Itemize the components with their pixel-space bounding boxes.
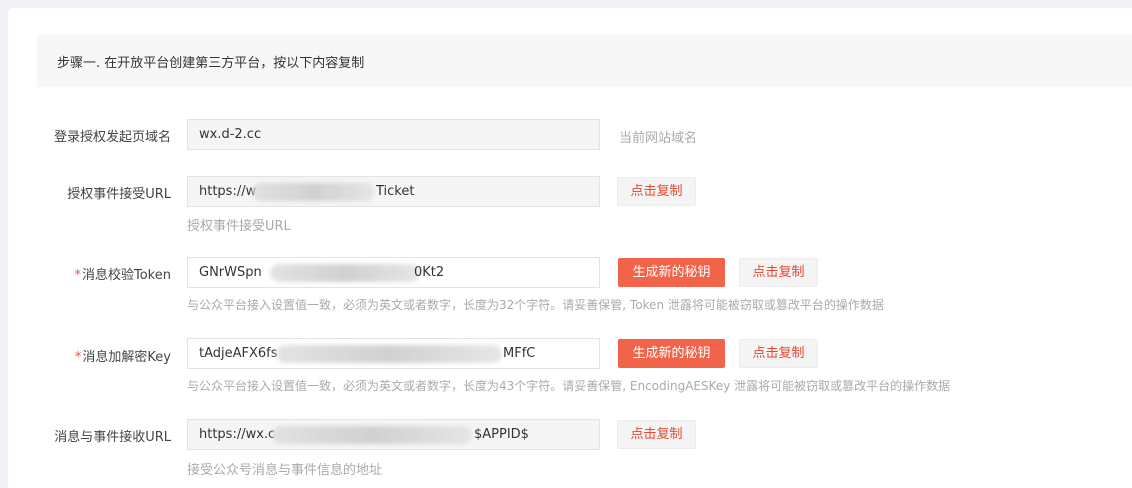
required-mark: *: [74, 350, 82, 365]
aes-key-label: *消息加解密Key: [74, 350, 171, 365]
required-mark: *: [74, 268, 82, 283]
aes-key-hint: 与公众平台接入设置值一致，必须为英文或者数字，长度为43个字符。请妥善保管, E…: [187, 379, 951, 393]
redacted-mask: [272, 426, 472, 444]
token-field[interactable]: GNrWSpn 0Kt2: [187, 257, 600, 288]
step-title: 步骤一. 在开放平台创建第三方平台，按以下内容复制: [57, 56, 365, 71]
token-generate-button[interactable]: 生成新的秘钥: [618, 258, 725, 287]
msg-url-label: 消息与事件接收URL: [54, 430, 171, 445]
token-hint: 与公众平台接入设置值一致，必须为英文或者数字，长度为32个字符。请妥善保管, T…: [187, 298, 884, 312]
domain-label: 登录授权发起页域名: [53, 130, 171, 145]
msg-url-copy-button[interactable]: 点击复制: [617, 420, 696, 449]
token-copy-button[interactable]: 点击复制: [739, 258, 818, 287]
step-banner: 步骤一. 在开放平台创建第三方平台，按以下内容复制: [37, 35, 1132, 87]
auth-url-field[interactable]: https://w Ticket: [187, 176, 600, 207]
aes-key-field[interactable]: tAdjeAFX6fs MFfC: [187, 338, 600, 369]
token-label: *消息校验Token: [74, 268, 172, 283]
domain-side-hint: 当前网站域名: [619, 131, 698, 146]
redacted-mask: [276, 345, 502, 363]
redacted-mask: [270, 264, 420, 282]
aes-key-generate-button[interactable]: 生成新的秘钥: [618, 339, 725, 368]
msg-url-hint: 接受公众号消息与事件信息的地址: [187, 463, 383, 478]
msg-url-field[interactable]: https://wx.c $APPID$: [187, 419, 600, 450]
domain-field[interactable]: wx.d-2.cc: [187, 119, 600, 150]
auth-url-hint: 授权事件接受URL: [187, 219, 291, 234]
auth-url-label: 授权事件接受URL: [67, 187, 171, 202]
aes-key-copy-button[interactable]: 点击复制: [739, 339, 818, 368]
auth-url-copy-button[interactable]: 点击复制: [617, 177, 696, 206]
redacted-mask: [252, 183, 374, 201]
